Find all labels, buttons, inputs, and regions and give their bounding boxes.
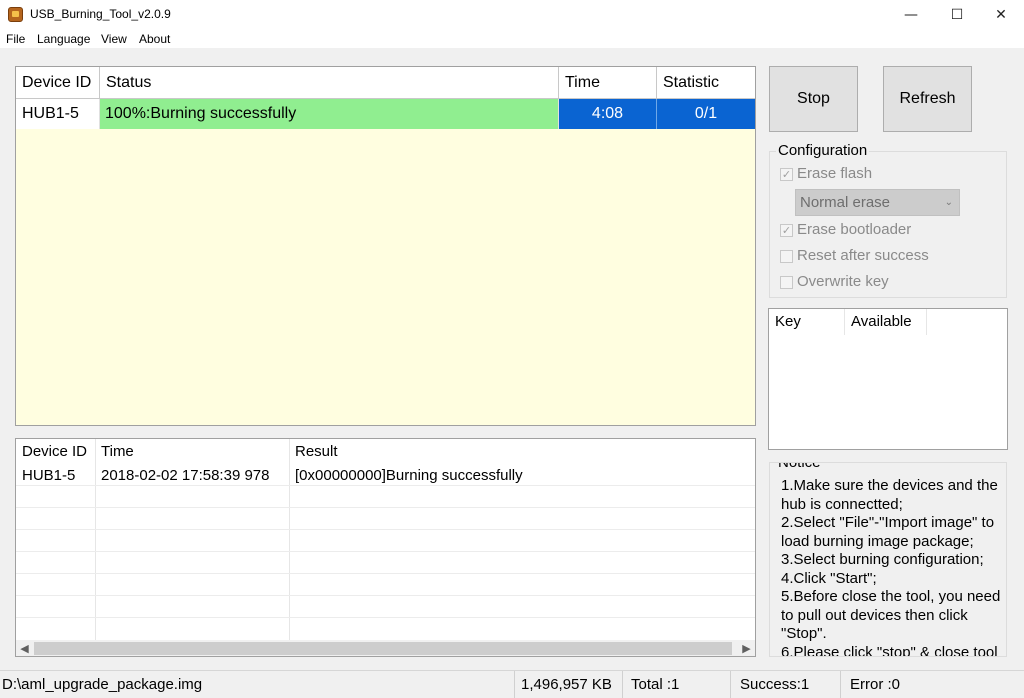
time-cell: 4:08 [559,99,657,129]
erase-flash-label: Erase flash [797,165,873,182]
title-bar: USB_Burning_Tool_v2.0.9 — ☐ ✕ [0,0,1024,30]
row-divider [16,617,755,618]
row-divider [16,485,755,486]
horizontal-scrollbar[interactable]: ◀ ▶ [16,640,755,656]
row-divider [16,551,755,552]
checkbox-unchecked-icon [780,250,793,263]
notice-line: 2.Select "File"-"Import image" to load b… [781,514,995,550]
notice-line: 6.Please click "stop" & close tool [781,643,998,657]
configuration-group: Configuration ✓ Erase flash Normal erase… [769,142,1007,298]
log-header-time[interactable]: Time [101,443,134,460]
menu-bar: File Language View About [0,30,1024,48]
error-count: Error :0 [850,676,901,693]
column-header-device-id[interactable]: Device ID [16,67,100,98]
row-divider [16,507,755,508]
available-column-header[interactable]: Available [845,309,927,335]
notice-title: Notice [776,463,823,471]
notice-text: 1.Make sure the devices and the hub is c… [781,477,1006,657]
status-bar: D:\aml_upgrade_package.img 1,496,957 KB … [0,670,1024,698]
erase-mode-select[interactable]: Normal erase ⌄ [795,189,960,216]
log-result: [0x00000000]Burning successfully [295,467,523,484]
device-row[interactable]: HUB1-5 100%:Burning successfully 4:08 0/… [16,99,755,130]
log-time: 2018-02-02 17:58:39 978 [101,467,270,484]
device-table-header: Device ID Status Time Statistic [16,67,755,99]
result-log-table[interactable]: Device ID Time Result HUB1-5 2018-02-02 … [15,438,756,657]
column-header-statistic[interactable]: Statistic [657,67,755,98]
key-table[interactable]: Key Available [768,308,1008,450]
column-header-status[interactable]: Status [100,67,559,98]
total-count: Total :1 [623,671,731,698]
app-icon [8,7,23,22]
stop-button[interactable]: Stop [769,66,858,132]
device-table[interactable]: Device ID Status Time Statistic HUB1-5 1… [15,66,756,426]
notice-line: 4.Click "Start"; [781,569,877,587]
checkbox-checked-icon: ✓ [780,168,793,181]
erase-mode-value: Normal erase [800,194,891,211]
maximize-button[interactable]: ☐ [934,0,980,30]
checkbox-unchecked-icon [780,276,793,289]
column-header-time[interactable]: Time [559,67,657,98]
success-count: Success:1 [731,671,841,698]
row-divider [16,529,755,530]
status-cell: 100%:Burning successfully [100,99,559,129]
configuration-title: Configuration [776,142,870,159]
menu-about[interactable]: About [139,32,170,46]
menu-view[interactable]: View [101,32,127,46]
erase-bootloader-label: Erase bootloader [797,221,912,238]
scroll-right-icon[interactable]: ▶ [738,640,755,656]
minimize-button[interactable]: — [888,0,934,30]
notice-line: 3.Select burning configuration; [781,551,984,568]
menu-file[interactable]: File [6,32,25,46]
key-column-header[interactable]: Key [769,309,845,335]
refresh-button[interactable]: Refresh [883,66,972,132]
device-id-cell: HUB1-5 [16,99,100,129]
log-device-id: HUB1-5 [22,467,76,484]
checkbox-checked-icon: ✓ [780,224,793,237]
chevron-down-icon: ⌄ [944,197,953,208]
notice-line: 5.Before close the tool, you need to pul… [781,588,1001,642]
row-divider [16,595,755,596]
notice-group: Notice 1.Make sure the devices and the h… [769,462,1007,657]
log-header-device-id[interactable]: Device ID [22,443,87,460]
menu-language[interactable]: Language [37,32,90,46]
image-file-path: D:\aml_upgrade_package.img [0,671,515,698]
window-title: USB_Burning_Tool_v2.0.9 [30,7,171,21]
log-header-result[interactable]: Result [295,443,338,460]
notice-line: 1.Make sure the devices and the hub is c… [781,477,998,513]
scroll-left-icon[interactable]: ◀ [16,640,33,656]
reset-after-success-label: Reset after success [797,247,929,264]
overwrite-key-label: Overwrite key [797,273,889,290]
close-button[interactable]: ✕ [978,0,1024,30]
scrollbar-thumb[interactable] [34,642,732,655]
statistic-cell: 0/1 [657,99,755,129]
image-size: 1,496,957 KB [515,671,623,698]
row-divider [16,573,755,574]
